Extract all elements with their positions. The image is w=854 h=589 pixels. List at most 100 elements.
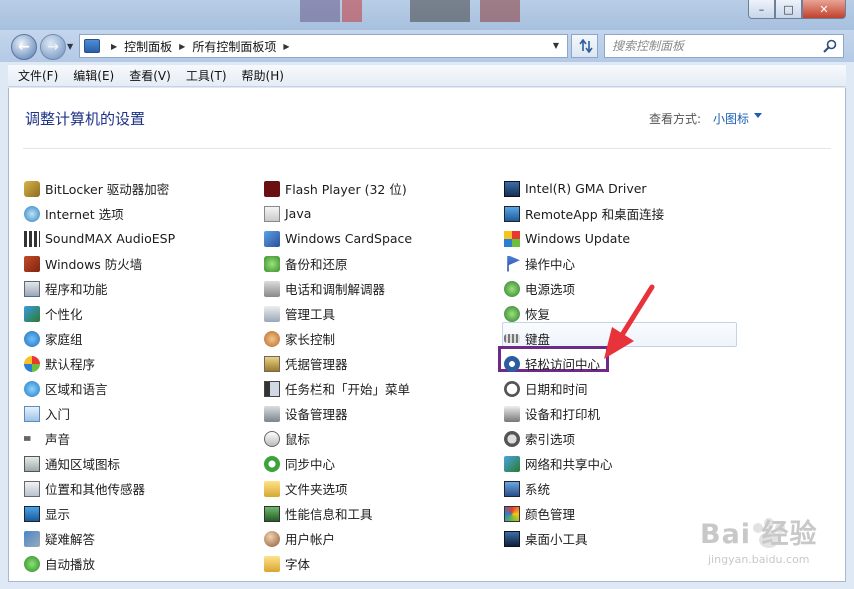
control-panel-item[interactable]: 自动播放 <box>24 551 175 576</box>
control-panel-item[interactable]: Windows 防火墙 <box>24 251 175 276</box>
control-panel-item[interactable]: RemoteApp 和桌面连接 <box>504 201 664 226</box>
item-label: Windows CardSpace <box>285 231 413 246</box>
control-panel-item[interactable]: 家长控制 <box>264 326 412 351</box>
control-panel-item[interactable]: 性能信息和工具 <box>264 501 412 526</box>
breadcrumb-control-panel[interactable]: 控制面板 <box>124 38 172 55</box>
control-panel-item[interactable]: 声音 <box>24 426 175 451</box>
region-language-icon <box>24 380 40 397</box>
getting-started-icon <box>24 405 40 422</box>
item-label: Windows Update <box>525 231 631 246</box>
control-panel-item[interactable]: 程序和功能 <box>24 276 175 301</box>
control-panel-item[interactable]: 位置和其他传感器 <box>24 476 175 501</box>
control-panel-item[interactable]: 入门 <box>24 401 175 426</box>
control-panel-item[interactable]: 文件夹选项 <box>264 476 412 501</box>
control-panel-item[interactable]: 索引选项 <box>504 426 664 451</box>
address-bar[interactable]: ▶ 控制面板 ▶ 所有控制面板项 ▶ ▼ <box>79 34 568 58</box>
performance-icon <box>264 505 280 522</box>
control-panel-item[interactable]: 鼠标 <box>264 426 412 451</box>
menu-tools[interactable]: 工具(T) <box>176 67 232 84</box>
power-options-icon <box>504 280 520 297</box>
search-icon[interactable] <box>823 39 837 53</box>
cardspace-icon <box>264 230 280 247</box>
control-panel-item[interactable]: 家庭组 <box>24 326 175 351</box>
control-panel-item[interactable]: 同步中心 <box>264 451 412 476</box>
view-by-dropdown-arrow-icon[interactable] <box>754 113 762 118</box>
ease-of-access-icon <box>504 355 520 372</box>
item-label: 声音 <box>45 432 71 447</box>
control-panel-item[interactable]: Windows Update <box>504 226 664 251</box>
search-input[interactable] <box>605 35 815 57</box>
control-panel-item[interactable]: 颜色管理 <box>504 501 664 526</box>
control-panel-item[interactable]: 管理工具 <box>264 301 412 326</box>
control-panel-item[interactable]: 任务栏和「开始」菜单 <box>264 376 412 401</box>
notification-icons-icon <box>24 455 40 472</box>
recent-pages-dropdown[interactable]: ▼ <box>67 42 73 51</box>
control-panel-item[interactable]: Windows CardSpace <box>264 226 412 251</box>
address-dropdown-icon[interactable]: ▼ <box>553 41 559 50</box>
menu-edit[interactable]: 编辑(E) <box>63 67 119 84</box>
control-panel-item[interactable]: 疑难解答 <box>24 526 175 551</box>
refresh-icon <box>578 39 593 53</box>
item-label: 颜色管理 <box>525 507 576 522</box>
control-panel-item[interactable]: 设备管理器 <box>264 401 412 426</box>
item-label: 疑难解答 <box>45 532 96 547</box>
control-panel-item[interactable]: 网络和共享中心 <box>504 451 664 476</box>
mouse-icon <box>264 430 280 447</box>
close-button[interactable]: ✕ <box>802 0 846 19</box>
control-panel-item[interactable]: 备份和还原 <box>264 251 412 276</box>
control-panel-item[interactable]: Java <box>264 201 412 226</box>
control-panel-item[interactable]: 设备和打印机 <box>504 401 664 426</box>
item-label: 电话和调制解调器 <box>285 282 386 297</box>
control-panel-item[interactable]: 桌面小工具 <box>504 526 664 551</box>
view-by-dropdown[interactable]: 小图标 <box>713 110 749 127</box>
control-panel-item[interactable]: SoundMAX AudioESP <box>24 226 175 251</box>
control-panel-item[interactable]: 用户帐户 <box>264 526 412 551</box>
color-management-icon <box>504 505 520 522</box>
breadcrumb-separator[interactable]: ▶ <box>111 42 117 51</box>
control-panel-icon <box>84 39 100 53</box>
search-box <box>604 34 844 58</box>
forward-button[interactable]: → <box>40 34 66 60</box>
menu-view[interactable]: 查看(V) <box>119 67 176 84</box>
control-panel-item[interactable]: 日期和时间 <box>504 376 664 401</box>
menu-help[interactable]: 帮助(H) <box>232 67 289 84</box>
item-label: SoundMAX AudioESP <box>45 231 176 246</box>
menu-file[interactable]: 文件(F) <box>8 67 63 84</box>
breadcrumb-all-items[interactable]: 所有控制面板项 <box>192 38 276 55</box>
red-arrow-annotation <box>604 284 655 359</box>
maximize-button[interactable]: □ <box>775 0 802 19</box>
item-label: 自动播放 <box>45 557 96 572</box>
recovery-icon <box>504 305 520 322</box>
breadcrumb-separator[interactable]: ▶ <box>179 42 185 51</box>
programs-icon <box>24 280 40 297</box>
control-panel-item[interactable]: 字体 <box>264 551 412 576</box>
control-panel-item[interactable]: Internet 选项 <box>24 201 175 226</box>
back-button[interactable]: ← <box>11 34 37 60</box>
control-panel-item[interactable]: 显示 <box>24 501 175 526</box>
default-programs-icon <box>24 355 40 372</box>
system-icon <box>504 480 520 497</box>
autoplay-icon <box>24 555 40 572</box>
control-panel-item[interactable]: 凭据管理器 <box>264 351 412 376</box>
refresh-button[interactable] <box>571 34 598 58</box>
control-panel-item[interactable]: 操作中心 <box>504 251 664 276</box>
item-label: 系统 <box>525 482 551 497</box>
control-panel-item[interactable]: 区域和语言 <box>24 376 175 401</box>
control-panel-item[interactable]: 电话和调制解调器 <box>264 276 412 301</box>
item-label: 通知区域图标 <box>45 457 121 472</box>
control-panel-item[interactable]: Flash Player (32 位) <box>264 176 412 201</box>
control-panel-item[interactable]: 系统 <box>504 476 664 501</box>
item-label: 字体 <box>285 557 311 572</box>
control-panel-item[interactable]: BitLocker 驱动器加密 <box>24 176 175 201</box>
control-panel-item[interactable]: 默认程序 <box>24 351 175 376</box>
control-panel-item[interactable]: 个性化 <box>24 301 175 326</box>
page-title: 调整计算机的设置 <box>25 110 146 128</box>
control-panel-item[interactable]: Intel(R) GMA Driver <box>504 176 664 201</box>
user-accounts-icon <box>264 530 280 547</box>
item-label: RemoteApp 和桌面连接 <box>525 207 665 222</box>
breadcrumb-separator[interactable]: ▶ <box>283 42 289 51</box>
minimize-button[interactable]: – <box>748 0 775 19</box>
keyboard-icon <box>504 334 520 343</box>
control-panel-item[interactable]: 通知区域图标 <box>24 451 175 476</box>
menu-bar: 文件(F) 编辑(E) 查看(V) 工具(T) 帮助(H) <box>8 65 846 87</box>
